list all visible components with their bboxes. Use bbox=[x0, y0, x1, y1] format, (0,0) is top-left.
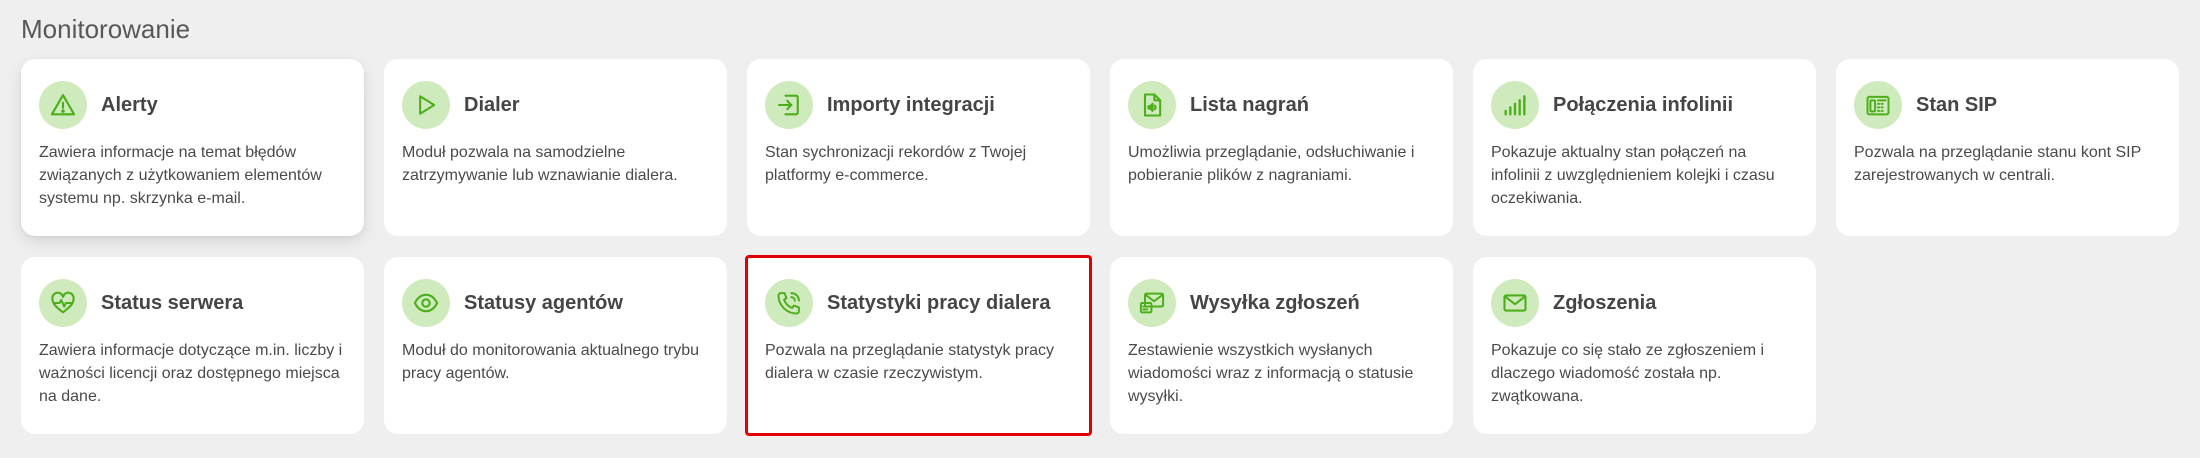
card-header: Status serwera bbox=[39, 279, 346, 327]
eye-icon bbox=[402, 279, 450, 327]
card-description: Zawiera informacje na temat błędów związ… bbox=[39, 144, 322, 207]
card-description: Zawiera informacje dotyczące m.in. liczb… bbox=[39, 342, 343, 405]
card-description: Pozwala na przeglądanie stanu kont SIP z… bbox=[1854, 144, 2142, 184]
play-icon bbox=[402, 81, 450, 129]
card-header: Alerty bbox=[39, 81, 346, 129]
signal-bars-icon bbox=[1491, 81, 1539, 129]
card-header: Statystyki pracy dialera bbox=[765, 279, 1072, 327]
card-header: Importy integracji bbox=[765, 81, 1072, 129]
card-wysylka-zgloszen[interactable]: Wysyłka zgłoszeń Zestawienie wszystkich … bbox=[1110, 257, 1453, 434]
card-header: Zgłoszenia bbox=[1491, 279, 1798, 327]
card-alerty[interactable]: Alerty Zawiera informacje na temat błędó… bbox=[21, 59, 364, 236]
heart-pulse-icon bbox=[39, 279, 87, 327]
card-title: Statusy agentów bbox=[464, 292, 623, 314]
card-title: Stan SIP bbox=[1916, 94, 1998, 116]
card-header: Lista nagrań bbox=[1128, 81, 1435, 129]
card-description: Umożliwia przeglądanie, odsłuchiwanie i … bbox=[1128, 144, 1415, 184]
card-header: Połączenia infolinii bbox=[1491, 81, 1798, 129]
phone-call-icon bbox=[765, 279, 813, 327]
card-status-serwera[interactable]: Status serwera Zawiera informacje dotycz… bbox=[21, 257, 364, 434]
card-description: Moduł do monitorowania aktualnego trybu … bbox=[402, 342, 700, 382]
card-title: Lista nagrań bbox=[1190, 94, 1309, 116]
card-title: Importy integracji bbox=[827, 94, 995, 116]
card-header: Wysyłka zgłoszeń bbox=[1128, 279, 1435, 327]
card-dialer[interactable]: Dialer Moduł pozwala na samodzielne zatr… bbox=[384, 59, 727, 236]
card-lista-nagran[interactable]: Lista nagrań Umożliwia przeglądanie, ods… bbox=[1110, 59, 1453, 236]
card-description: Pozwala na przeglądanie statystyk pracy … bbox=[765, 342, 1055, 382]
card-title: Wysyłka zgłoszeń bbox=[1190, 292, 1360, 314]
card-header: Dialer bbox=[402, 81, 709, 129]
card-title: Zgłoszenia bbox=[1553, 292, 1657, 314]
card-statusy-agentow[interactable]: Statusy agentów Moduł do monitorowania a… bbox=[384, 257, 727, 434]
card-title: Statystyki pracy dialera bbox=[827, 292, 1051, 314]
card-description: Moduł pozwala na samodzielne zatrzymywan… bbox=[402, 144, 678, 184]
card-title: Połączenia infolinii bbox=[1553, 94, 1734, 116]
card-description: Stan sychronizacji rekordów z Twojej pla… bbox=[765, 144, 1027, 184]
monitoring-cards-grid: Alerty Zawiera informacje na temat błędó… bbox=[21, 59, 2179, 436]
audio-file-icon bbox=[1128, 81, 1176, 129]
warning-triangle-icon bbox=[39, 81, 87, 129]
card-description: Pokazuje aktualny stan połączeń na infol… bbox=[1491, 144, 1775, 207]
card-title: Alerty bbox=[101, 94, 158, 116]
card-zgloszenia[interactable]: Zgłoszenia Pokazuje co się stało ze zgło… bbox=[1473, 257, 1816, 434]
card-statystyki-pracy-dialera[interactable]: Statystyki pracy dialera Pozwala na prze… bbox=[745, 255, 1092, 436]
card-description: Pokazuje co się stało ze zgłoszeniem i d… bbox=[1491, 342, 1765, 405]
card-title: Dialer bbox=[464, 94, 520, 116]
card-header: Stan SIP bbox=[1854, 81, 2161, 129]
import-icon bbox=[765, 81, 813, 129]
card-importy-integracji[interactable]: Importy integracji Stan sychronizacji re… bbox=[747, 59, 1090, 236]
mail-send-icon bbox=[1128, 279, 1176, 327]
card-header: Statusy agentów bbox=[402, 279, 709, 327]
card-stan-sip[interactable]: Stan SIP Pozwala na przeglądanie stanu k… bbox=[1836, 59, 2179, 236]
envelope-icon bbox=[1491, 279, 1539, 327]
card-polaczenia-infolinii[interactable]: Połączenia infolinii Pokazuje aktualny s… bbox=[1473, 59, 1816, 236]
fax-icon bbox=[1854, 81, 1902, 129]
card-title: Status serwera bbox=[101, 292, 244, 314]
section-title: Monitorowanie bbox=[21, 14, 191, 44]
card-description: Zestawienie wszystkich wysłanych wiadomo… bbox=[1128, 342, 1414, 405]
